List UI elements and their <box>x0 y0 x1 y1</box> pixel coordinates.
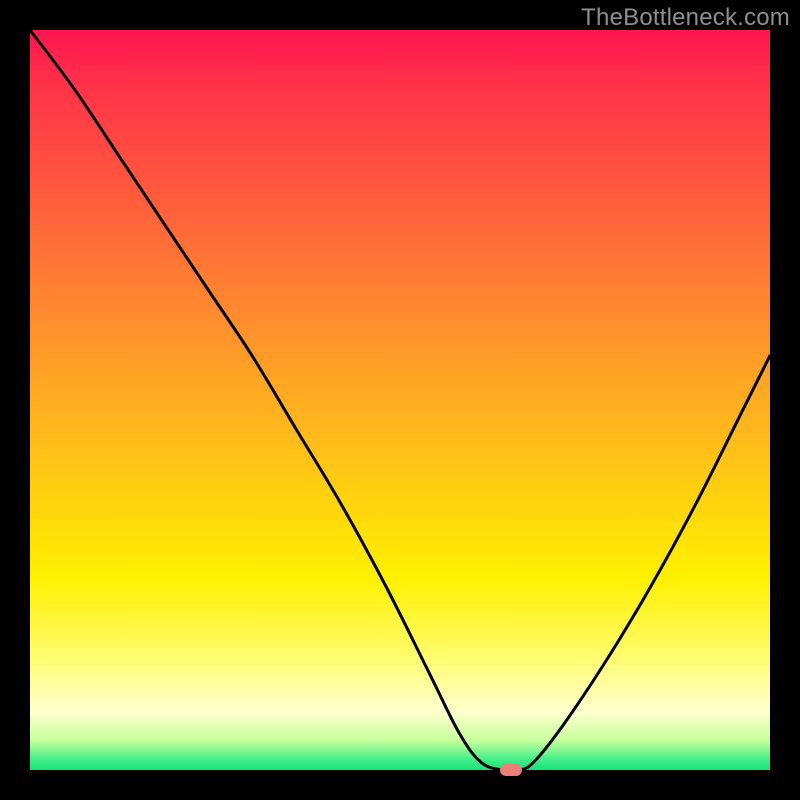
bottleneck-curve-path <box>30 30 770 771</box>
chart-frame: TheBottleneck.com <box>0 0 800 800</box>
watermark-text: TheBottleneck.com <box>581 4 790 32</box>
plot-area <box>30 30 770 770</box>
bottleneck-curve-svg <box>30 30 770 770</box>
minimum-marker <box>500 764 522 776</box>
